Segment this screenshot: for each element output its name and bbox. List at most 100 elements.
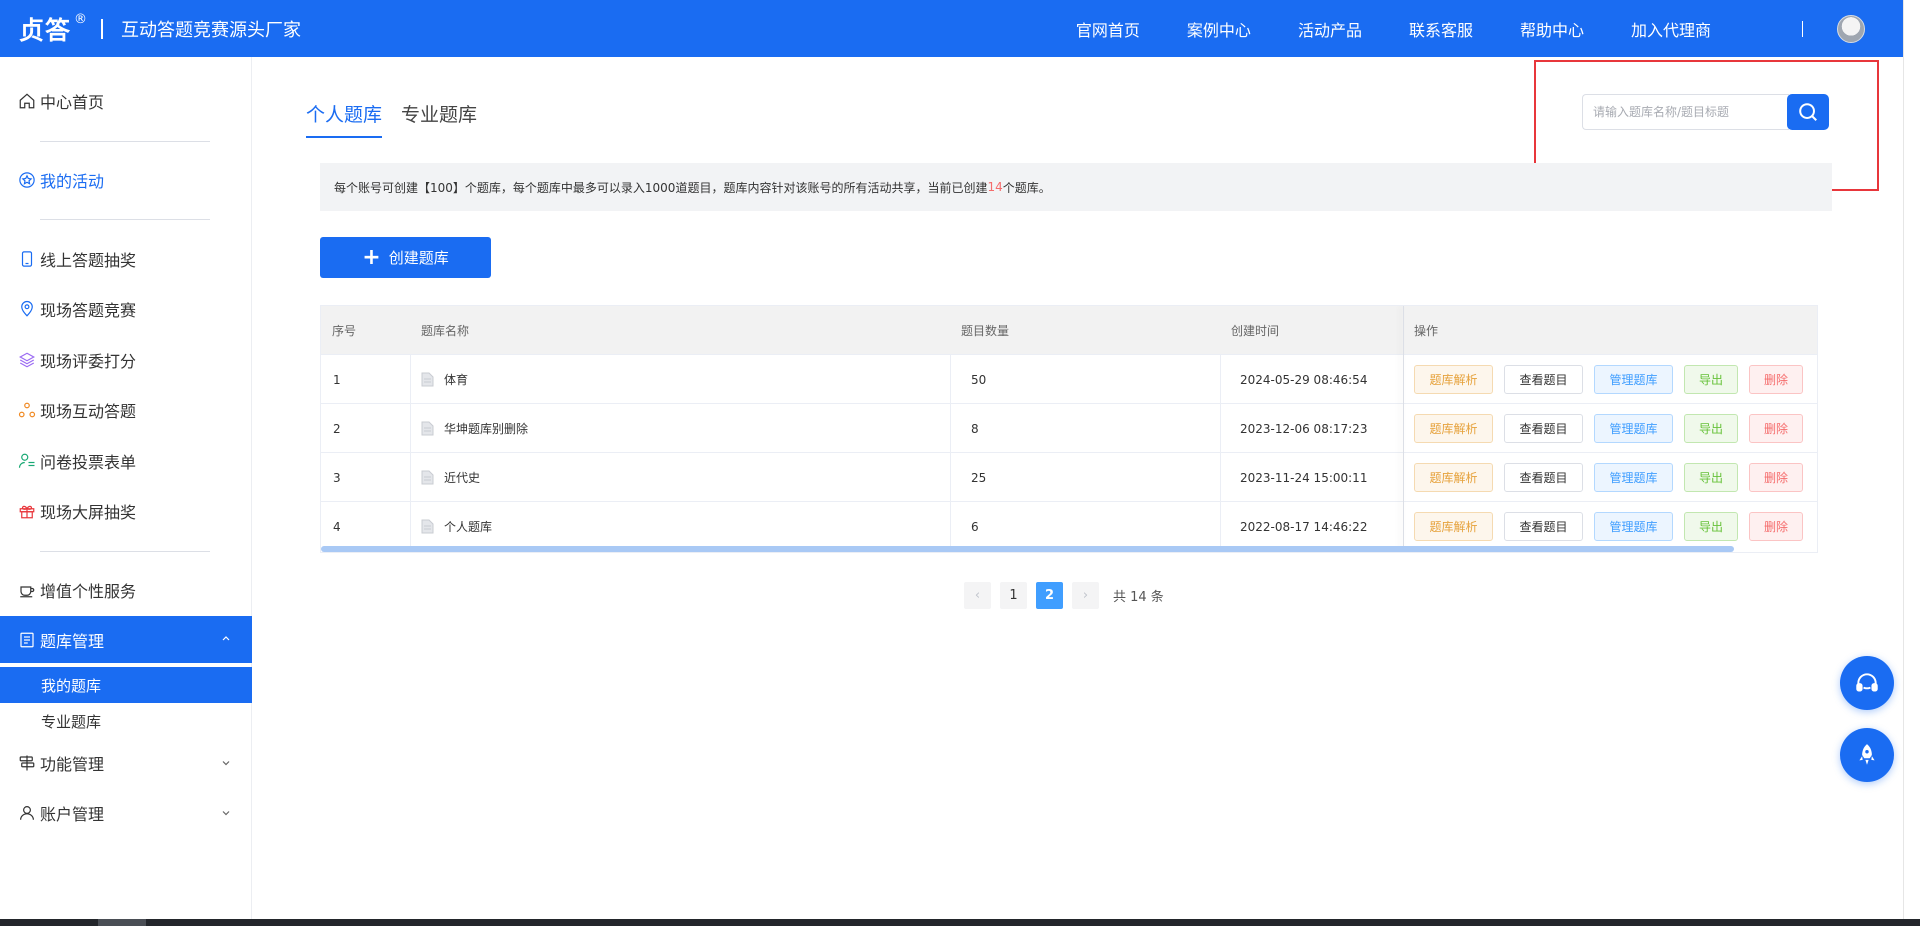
analyze-bank-button[interactable]: 题库解析 <box>1414 365 1493 394</box>
back-to-top-button[interactable] <box>1840 728 1894 782</box>
sidebar-item-live-interactive[interactable]: 现场互动答题 <box>0 388 252 432</box>
tab-professional-bank[interactable]: 专业题库 <box>401 100 477 138</box>
customer-service-button[interactable] <box>1840 656 1894 710</box>
nav-agent[interactable]: 加入代理商 <box>1631 17 1711 41</box>
next-page-button[interactable]: › <box>1072 581 1099 609</box>
view-questions-button[interactable]: 查看题目 <box>1504 365 1583 394</box>
table-row: 3 近代史 25 2023-11-24 15:00:11 题库解析 查看题目 管… <box>321 452 1817 502</box>
page-2-button[interactable]: 2 <box>1036 581 1063 609</box>
sidebar-item-feature-manage[interactable]: 功能管理 <box>0 741 252 785</box>
sidebar-item-label: 功能管理 <box>40 755 105 774</box>
th-name: 题库名称 <box>421 323 470 338</box>
nav-support[interactable]: 联系客服 <box>1409 17 1473 41</box>
nav-help[interactable]: 帮助中心 <box>1520 17 1584 41</box>
col-divider <box>410 404 411 453</box>
manage-bank-button[interactable]: 管理题库 <box>1594 365 1673 394</box>
nav-home[interactable]: 官网首页 <box>1076 17 1140 41</box>
taskbar-item[interactable] <box>98 919 146 926</box>
sidebar-item-online-quiz[interactable]: 线上答题抽奖 <box>0 237 252 281</box>
col-divider <box>1220 355 1221 404</box>
gift-icon <box>17 502 36 521</box>
cell-name: 体育 <box>421 355 468 404</box>
cell-name: 个人题库 <box>421 502 492 551</box>
view-questions-button[interactable]: 查看题目 <box>1504 463 1583 492</box>
view-questions-button[interactable]: 查看题目 <box>1504 512 1583 541</box>
top-nav: 官网首页 案例中心 活动产品 联系客服 帮助中心 加入代理商 <box>1076 0 1903 57</box>
th-ops: 操作 <box>1414 323 1439 338</box>
bank-name: 体育 <box>444 373 469 387</box>
delete-button[interactable]: 删除 <box>1749 463 1803 492</box>
nav-cases[interactable]: 案例中心 <box>1187 17 1251 41</box>
brand[interactable]: 贞答 ® 互动答题竞赛源头厂家 <box>0 11 301 47</box>
notice-prefix: 每个账号可创建【100】个题库，每个题库中最多可以录入1000道题目，题库内容针… <box>334 180 988 195</box>
os-taskbar <box>0 919 1920 926</box>
table-row: 2 华坤题库别删除 8 2023-12-06 08:17:23 题库解析 查看题… <box>321 403 1817 453</box>
cell-created: 2023-12-06 08:17:23 <box>1240 421 1368 436</box>
cell-created: 2024-05-29 08:46:54 <box>1240 372 1368 387</box>
analyze-bank-button[interactable]: 题库解析 <box>1414 512 1493 541</box>
cell-index: 4 <box>333 519 341 534</box>
cell-created: 2022-08-17 14:46:22 <box>1240 519 1368 534</box>
sidebar-item-bank-manage[interactable]: 题库管理 <box>0 616 252 663</box>
sidebar-item-live-contest[interactable]: 现场答题竞赛 <box>0 287 252 331</box>
brand-slogan: 互动答题竞赛源头厂家 <box>121 19 302 41</box>
sidebar-item-my-activity[interactable]: 我的活动 <box>0 158 252 202</box>
table-row: 1 体育 50 2024-05-29 08:46:54 题库解析 查看题目 管理… <box>321 354 1817 404</box>
view-questions-button[interactable]: 查看题目 <box>1504 414 1583 443</box>
search-input[interactable] <box>1582 94 1789 130</box>
bank-table: 序号 题库名称 题目数量 创建时间 操作 1 体育 50 2024-05-29 … <box>320 305 1818 553</box>
create-bank-button[interactable]: + 创建题库 <box>320 237 491 278</box>
pagination: ‹ 1 2 › 共 14 条 <box>964 581 1164 609</box>
search-button[interactable] <box>1787 94 1829 130</box>
sidebar-subitem-pro-bank[interactable]: 专业题库 <box>0 703 252 739</box>
sidebar-item-big-screen-draw[interactable]: 现场大屏抽奖 <box>0 489 252 533</box>
logo[interactable]: 贞答 <box>19 11 71 47</box>
headset-icon <box>1856 673 1878 692</box>
sidebar-item-account-manage[interactable]: 账户管理 <box>0 791 252 835</box>
search-icon <box>1799 103 1817 121</box>
user-list-icon <box>17 452 36 471</box>
sidebar-item-home[interactable]: 中心首页 <box>0 79 252 123</box>
sidebar-item-value-added[interactable]: 增值个性服务 <box>0 568 252 612</box>
cup-icon <box>17 581 36 600</box>
layers-icon <box>17 351 36 370</box>
sidebar-item-label: 现场大屏抽奖 <box>40 503 137 522</box>
cell-count: 8 <box>971 421 979 436</box>
chevron-down-icon <box>222 761 230 766</box>
export-button[interactable]: 导出 <box>1684 414 1738 443</box>
sidebar-subitem-my-bank[interactable]: 我的题库 <box>0 667 252 703</box>
sidebar-item-survey[interactable]: 问卷投票表单 <box>0 439 252 483</box>
bank-name: 华坤题库别删除 <box>444 422 529 436</box>
manage-bank-button[interactable]: 管理题库 <box>1594 414 1673 443</box>
manage-bank-button[interactable]: 管理题库 <box>1594 463 1673 492</box>
document-icon <box>17 630 36 649</box>
sidebar-item-label: 题库管理 <box>40 631 105 651</box>
sidebar-item-judge-score[interactable]: 现场评委打分 <box>0 338 252 382</box>
sidebar-item-label: 问卷投票表单 <box>40 453 137 472</box>
manage-bank-button[interactable]: 管理题库 <box>1594 512 1673 541</box>
col-divider <box>1220 453 1221 502</box>
export-button[interactable]: 导出 <box>1684 463 1738 492</box>
col-divider <box>950 355 951 404</box>
user-avatar[interactable] <box>1837 14 1865 43</box>
prev-page-button[interactable]: ‹ <box>964 581 991 609</box>
star-circle-icon <box>17 171 36 190</box>
page-1-button[interactable]: 1 <box>1000 581 1027 609</box>
delete-button[interactable]: 删除 <box>1749 414 1803 443</box>
page-scrollbar[interactable] <box>1903 0 1920 919</box>
table-horizontal-scrollbar[interactable] <box>321 546 1734 552</box>
phone-icon <box>17 250 36 269</box>
delete-button[interactable]: 删除 <box>1749 512 1803 541</box>
nav-products[interactable]: 活动产品 <box>1298 17 1362 41</box>
sidebar: 中心首页 我的活动 线上答题抽奖 现场答题竞赛 现场评委打分 现场互动答题 问卷… <box>0 57 252 919</box>
th-created: 创建时间 <box>1231 323 1280 338</box>
tab-personal-bank[interactable]: 个人题库 <box>306 100 383 138</box>
analyze-bank-button[interactable]: 题库解析 <box>1414 463 1493 492</box>
sidebar-divider <box>40 219 210 220</box>
delete-button[interactable]: 删除 <box>1749 365 1803 394</box>
analyze-bank-button[interactable]: 题库解析 <box>1414 414 1493 443</box>
home-icon <box>17 92 36 111</box>
export-button[interactable]: 导出 <box>1684 365 1738 394</box>
total-count: 共 14 条 <box>1113 589 1164 605</box>
export-button[interactable]: 导出 <box>1684 512 1738 541</box>
